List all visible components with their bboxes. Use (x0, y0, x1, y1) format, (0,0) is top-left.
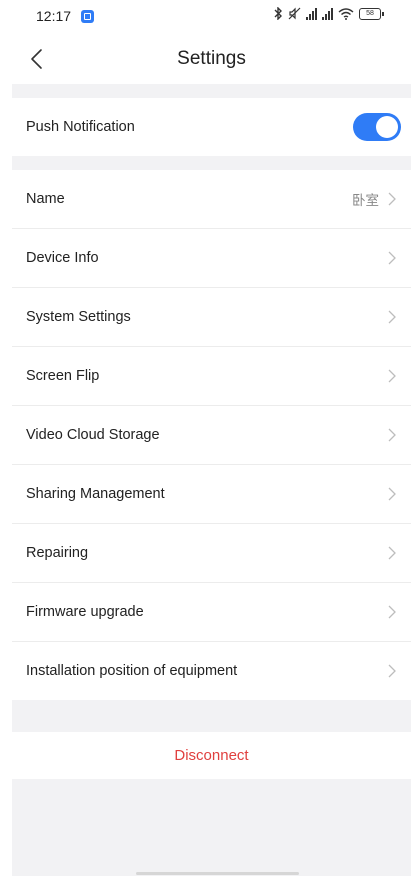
settings-item-repairing[interactable]: Repairing (12, 524, 411, 582)
settings-item-label: Name (26, 191, 65, 207)
chevron-right-icon (388, 605, 396, 619)
mute-icon (288, 7, 301, 20)
settings-item-installation-position[interactable]: Installation position of equipment (12, 642, 411, 700)
chevron-right-icon (388, 310, 396, 324)
settings-item-label: Sharing Management (26, 486, 165, 502)
home-indicator (136, 872, 299, 875)
settings-item-label: System Settings (26, 309, 131, 325)
settings-item-label: Video Cloud Storage (26, 427, 160, 443)
nav-bar: Settings (12, 34, 411, 84)
settings-item-label: Firmware upgrade (26, 604, 144, 620)
page-title: Settings (177, 48, 246, 69)
settings-item-system-settings[interactable]: System Settings (12, 288, 411, 346)
settings-item-label: Device Info (26, 250, 99, 266)
settings-item-device-info[interactable]: Device Info (12, 229, 411, 287)
status-bar: 12:17 58 (0, 0, 411, 34)
toggle-knob (376, 116, 398, 138)
device-name-value: 卧室 (352, 193, 379, 209)
push-notification-row: Push Notification (12, 98, 411, 156)
settings-item-label: Repairing (26, 545, 89, 561)
chevron-right-icon (388, 487, 396, 501)
app-notification-icon (81, 10, 94, 23)
settings-item-firmware-upgrade[interactable]: Firmware upgrade (12, 583, 411, 641)
settings-item-label: Screen Flip (26, 368, 100, 384)
bluetooth-icon (274, 7, 282, 20)
push-notification-toggle[interactable] (353, 113, 401, 141)
push-notification-label: Push Notification (26, 119, 135, 135)
wifi-icon (338, 7, 354, 20)
settings-item-screen-flip[interactable]: Screen Flip (12, 347, 411, 405)
chevron-right-icon (388, 192, 396, 206)
chevron-right-icon (388, 428, 396, 442)
chevron-right-icon (388, 664, 396, 678)
disconnect-button[interactable]: Disconnect (12, 732, 411, 779)
signal-strength-icon (306, 7, 317, 20)
battery-icon: 58 (359, 7, 384, 20)
settings-item-video-cloud-storage[interactable]: Video Cloud Storage (12, 406, 411, 464)
disconnect-label: Disconnect (174, 747, 249, 764)
status-icons: 58 (273, 7, 384, 20)
signal-strength-2-icon (322, 7, 333, 20)
chevron-right-icon (388, 251, 396, 265)
settings-item-name[interactable]: Name 卧室 (12, 170, 411, 228)
settings-item-sharing-management[interactable]: Sharing Management (12, 465, 411, 523)
chevron-right-icon (388, 546, 396, 560)
chevron-right-icon (388, 369, 396, 383)
settings-screen: 12:17 58 Settings Push Notification Name… (0, 0, 411, 876)
status-time: 12:17 (36, 8, 72, 24)
settings-item-label: Installation position of equipment (26, 663, 238, 679)
